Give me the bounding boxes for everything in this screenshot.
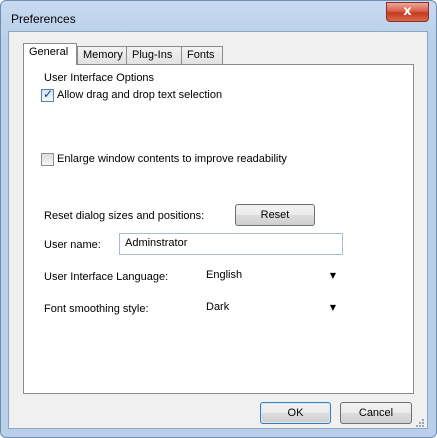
ok-button[interactable]: OK [260, 402, 331, 424]
tab-plug-ins[interactable]: Plug-Ins [126, 46, 182, 64]
ui-language-select[interactable]: English ▼ [200, 265, 342, 287]
chevron-down-icon[interactable]: ▼ [330, 271, 336, 280]
tab-fonts[interactable]: Fonts [181, 46, 223, 64]
enlarge-checkbox[interactable] [41, 153, 54, 166]
group-label-ui-options: User Interface Options [44, 72, 155, 84]
title-bar[interactable]: Preferences x [1, 1, 436, 33]
reset-label: Reset dialog sizes and positions: [44, 210, 205, 222]
close-button[interactable]: x [386, 2, 429, 22]
resize-grip-icon[interactable] [413, 418, 425, 428]
font-smoothing-label: Font smoothing style: [44, 303, 149, 315]
tab-general[interactable]: General [23, 43, 77, 65]
user-name-label: User name: [44, 239, 101, 251]
dialog-body: General Memory Plug-Ins Fonts User Inter… [8, 31, 428, 429]
font-smoothing-value: Dark [206, 301, 230, 313]
user-name-input[interactable]: Adminstrator [119, 233, 343, 255]
preferences-window: Preferences x General Memory Plug-Ins Fo… [0, 0, 437, 438]
tab-memory[interactable]: Memory [77, 46, 127, 64]
drag-drop-checkbox[interactable] [41, 87, 54, 102]
chevron-down-icon[interactable]: ▼ [330, 303, 336, 312]
reset-button[interactable]: Reset [235, 204, 315, 226]
ui-language-value: English [206, 269, 243, 281]
window-title: Preferences [11, 12, 76, 26]
general-tab-panel: User Interface Options Allow drag and dr… [23, 64, 414, 394]
drag-drop-label[interactable]: Allow drag and drop text selection [57, 89, 222, 101]
font-smoothing-select[interactable]: Dark ▼ [200, 297, 342, 319]
enlarge-label[interactable]: Enlarge window contents to improve reada… [57, 153, 287, 165]
cancel-button[interactable]: Cancel [340, 402, 412, 424]
ui-language-label: User Interface Language: [44, 271, 169, 283]
close-icon: x [403, 4, 412, 19]
